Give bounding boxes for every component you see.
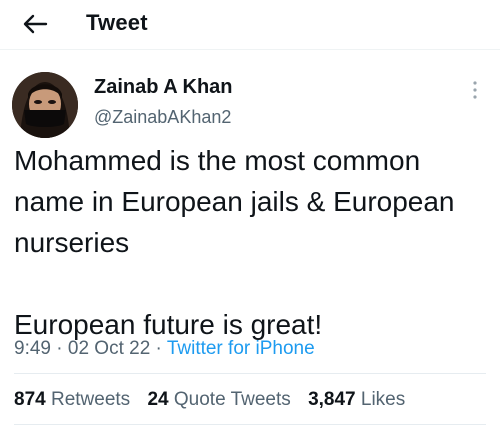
retweets-stat[interactable]: 874 Retweets [14, 389, 130, 410]
divider [14, 373, 486, 374]
likes-count: 3,847 [308, 389, 356, 410]
more-vertical-icon[interactable] [468, 78, 482, 102]
meta-separator: · [56, 338, 63, 359]
tweet-header: Tweet [0, 0, 500, 50]
retweets-label: Retweets [50, 389, 131, 410]
tweet-meta: 9:49 · 02 Oct 22 · Twitter for iPhone [14, 338, 315, 360]
quote-tweets-label: Quote Tweets [173, 389, 291, 410]
quote-tweets-stat[interactable]: 24 Quote Tweets [147, 389, 290, 410]
tweet-stats: 874 Retweets 24 Quote Tweets 3,847 Likes [14, 389, 417, 411]
avatar[interactable] [12, 72, 78, 138]
meta-separator: · [155, 338, 162, 359]
divider [14, 424, 486, 425]
retweets-count: 874 [14, 389, 46, 410]
likes-label: Likes [360, 389, 406, 410]
author-name[interactable]: Zainab A Khan [94, 76, 233, 99]
likes-stat[interactable]: 3,847 Likes [308, 389, 405, 410]
page-title: Tweet [86, 10, 148, 35]
back-arrow-icon[interactable] [20, 10, 50, 38]
quote-tweets-count: 24 [147, 389, 169, 410]
tweet-time[interactable]: 9:49 [14, 338, 51, 359]
author-handle[interactable]: @ZainabAKhan2 [94, 107, 231, 128]
tweet-text: Mohammed is the most common name in Euro… [14, 145, 455, 340]
tweet-source-link[interactable]: Twitter for iPhone [167, 338, 315, 359]
tweet-date[interactable]: 02 Oct 22 [68, 338, 150, 359]
